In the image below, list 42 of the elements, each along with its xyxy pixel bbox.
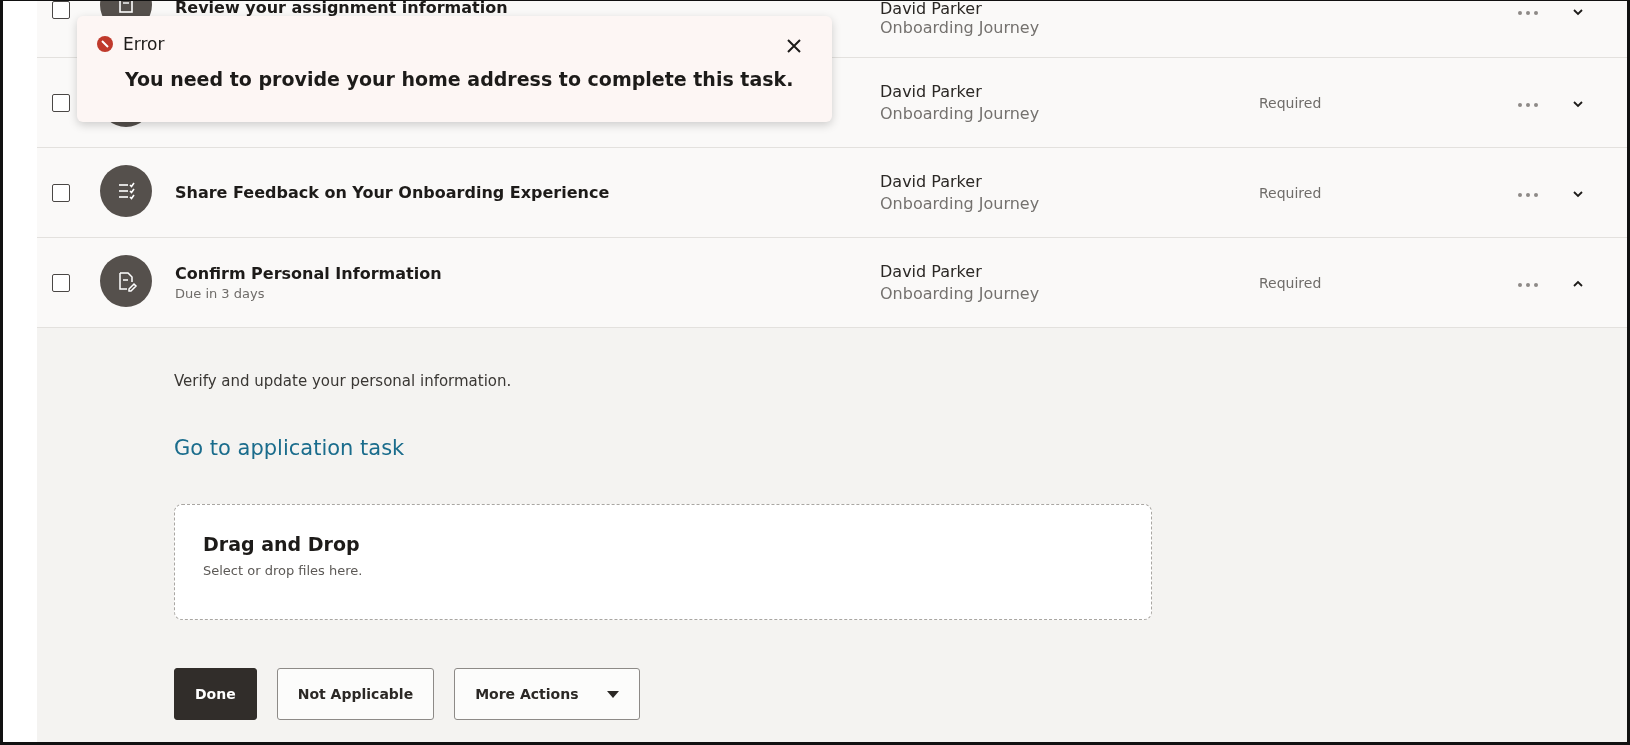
- expand-icon[interactable]: [1572, 8, 1584, 16]
- row-checkbox[interactable]: [52, 1, 70, 19]
- status-label: Required: [1259, 275, 1322, 291]
- collapse-icon[interactable]: [1572, 280, 1584, 288]
- expand-icon[interactable]: [1572, 190, 1584, 198]
- application-task-link[interactable]: Go to application task: [174, 436, 405, 460]
- done-button[interactable]: Done: [174, 668, 257, 720]
- status-label: Required: [1259, 185, 1322, 201]
- more-options-icon[interactable]: [1517, 282, 1539, 288]
- error-icon: [97, 36, 113, 52]
- task-owner: David Parker: [880, 82, 983, 101]
- task-owner: David Parker: [880, 172, 983, 191]
- file-drop-zone[interactable]: Drag and Drop Select or drop files here.: [174, 504, 1152, 620]
- task-title[interactable]: Confirm Personal Information: [175, 264, 880, 283]
- journey-name: Onboarding Journey: [880, 104, 1041, 123]
- journey-name: Onboarding Journey: [880, 284, 1041, 303]
- toast-message: You need to provide your home address to complete this task.: [125, 68, 795, 90]
- task-title[interactable]: Share Feedback on Your Onboarding Experience: [175, 183, 880, 202]
- journey-name: Onboarding Journey: [880, 194, 1041, 213]
- task-description: Verify and update your personal information.: [174, 372, 513, 390]
- checklist-icon: [100, 164, 152, 217]
- drop-zone-hint: Select or drop files here.: [203, 563, 364, 578]
- task-owner: David Parker: [880, 262, 983, 281]
- close-icon[interactable]: [786, 38, 802, 54]
- journey-name: Onboarding Journey: [880, 18, 1041, 37]
- more-actions-menu-button[interactable]: More Actions: [454, 668, 640, 720]
- row-checkbox[interactable]: [52, 273, 70, 292]
- due-date: Due in 3 days: [175, 286, 266, 301]
- row-checkbox[interactable]: [52, 93, 70, 112]
- drop-zone-title: Drag and Drop: [203, 533, 361, 555]
- status-label: Required: [1259, 95, 1322, 111]
- more-options-icon[interactable]: [1517, 10, 1539, 16]
- more-options-icon[interactable]: [1517, 102, 1539, 108]
- caret-icon: [606, 690, 619, 698]
- task-title[interactable]: Review your assignment information: [175, 1, 880, 15]
- row-checkbox[interactable]: [52, 183, 70, 202]
- expand-icon[interactable]: [1572, 100, 1584, 108]
- toast-title: Error: [123, 34, 165, 54]
- document-edit-icon: [100, 254, 152, 307]
- action-button[interactable]: Not Applicable: [276, 668, 435, 720]
- more-options-icon[interactable]: [1517, 192, 1539, 198]
- task-owner: David Parker: [880, 1, 983, 17]
